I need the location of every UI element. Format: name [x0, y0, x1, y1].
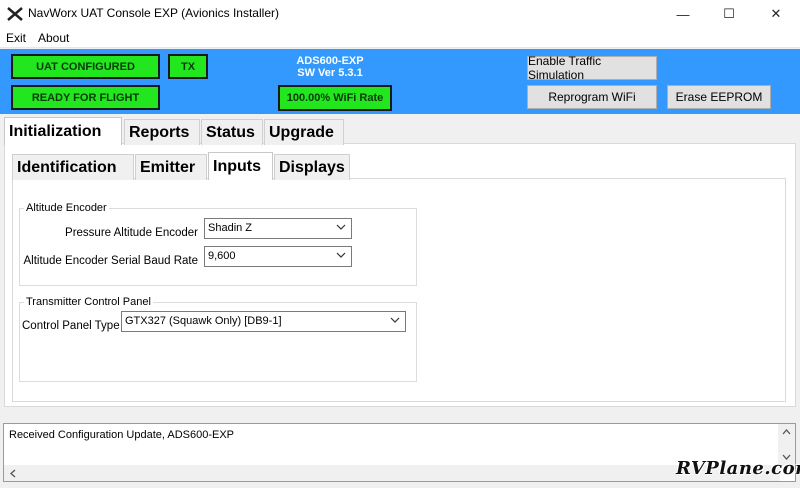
enable-traffic-simulation-button[interactable]: Enable Traffic Simulation	[527, 54, 657, 82]
log-horizontal-scrollbar[interactable]	[4, 465, 780, 481]
menu-exit[interactable]: Exit	[6, 31, 26, 45]
app-logo-icon	[7, 7, 23, 21]
wifi-rate-indicator: 100.00% WiFi Rate	[278, 85, 392, 111]
baud-rate-select[interactable]: 9,600	[204, 246, 352, 267]
chevron-down-icon	[336, 224, 346, 230]
control-panel-type-value: GTX327 (Squawk Only) [DB9-1]	[125, 315, 282, 327]
device-model-info: ADS600-EXP SW Ver 5.3.1	[278, 55, 382, 79]
maximize-button[interactable]: ☐	[706, 0, 752, 28]
menu-about[interactable]: About	[38, 31, 69, 45]
tab-emitter[interactable]: Emitter	[135, 154, 207, 180]
pressure-altitude-value: Shadin Z	[208, 222, 253, 234]
pressure-altitude-select[interactable]: Shadin Z	[204, 218, 352, 239]
close-icon: ✕	[770, 6, 782, 21]
reprogram-wifi-button[interactable]: Reprogram WiFi	[527, 85, 657, 109]
chevron-down-icon	[390, 317, 400, 323]
main-tab-strip: Initialization Reports Status Upgrade	[4, 117, 604, 145]
menu-bar: Exit About	[0, 28, 800, 48]
sub-tab-strip: Identification Emitter Inputs Displays	[12, 152, 612, 180]
altitude-encoder-legend: Altitude Encoder	[24, 202, 109, 214]
baud-rate-label: Altitude Encoder Serial Baud Rate	[23, 255, 198, 267]
tab-status[interactable]: Status	[201, 119, 263, 145]
chevron-down-icon	[336, 252, 346, 258]
status-ready-for-flight: READY FOR FLIGHT	[11, 85, 160, 110]
status-uat-configured: UAT CONFIGURED	[11, 54, 160, 79]
title-bar: NavWorx UAT Console EXP (Avionics Instal…	[0, 0, 800, 28]
control-panel-type-select[interactable]: GTX327 (Squawk Only) [DB9-1]	[121, 311, 406, 332]
window-title: NavWorx UAT Console EXP (Avionics Instal…	[28, 6, 279, 20]
watermark: RVPlane.com	[676, 458, 800, 479]
software-version: SW Ver 5.3.1	[297, 67, 363, 79]
minimize-icon: —	[676, 6, 690, 22]
tab-initialization[interactable]: Initialization	[4, 117, 122, 145]
tab-identification[interactable]: Identification	[12, 154, 134, 180]
minimize-button[interactable]: —	[660, 0, 706, 28]
baud-rate-value: 9,600	[208, 250, 236, 262]
tab-inputs[interactable]: Inputs	[208, 152, 273, 180]
transmitter-control-legend: Transmitter Control Panel	[24, 296, 153, 308]
erase-eeprom-button[interactable]: Erase EEPROM	[667, 85, 771, 109]
tab-displays[interactable]: Displays	[274, 154, 350, 180]
device-model: ADS600-EXP	[296, 55, 364, 67]
pressure-altitude-label: Pressure Altitude Encoder	[65, 227, 198, 239]
scroll-up-icon[interactable]	[782, 428, 791, 435]
close-button[interactable]: ✕	[753, 0, 799, 28]
log-message: Received Configuration Update, ADS600-EX…	[9, 429, 235, 441]
tab-reports[interactable]: Reports	[124, 119, 200, 145]
scroll-left-icon[interactable]	[9, 469, 16, 478]
tab-upgrade[interactable]: Upgrade	[264, 119, 344, 145]
status-tx: TX	[168, 54, 208, 79]
control-panel-type-label: Control Panel Type	[22, 320, 120, 332]
maximize-icon: ☐	[723, 6, 735, 21]
